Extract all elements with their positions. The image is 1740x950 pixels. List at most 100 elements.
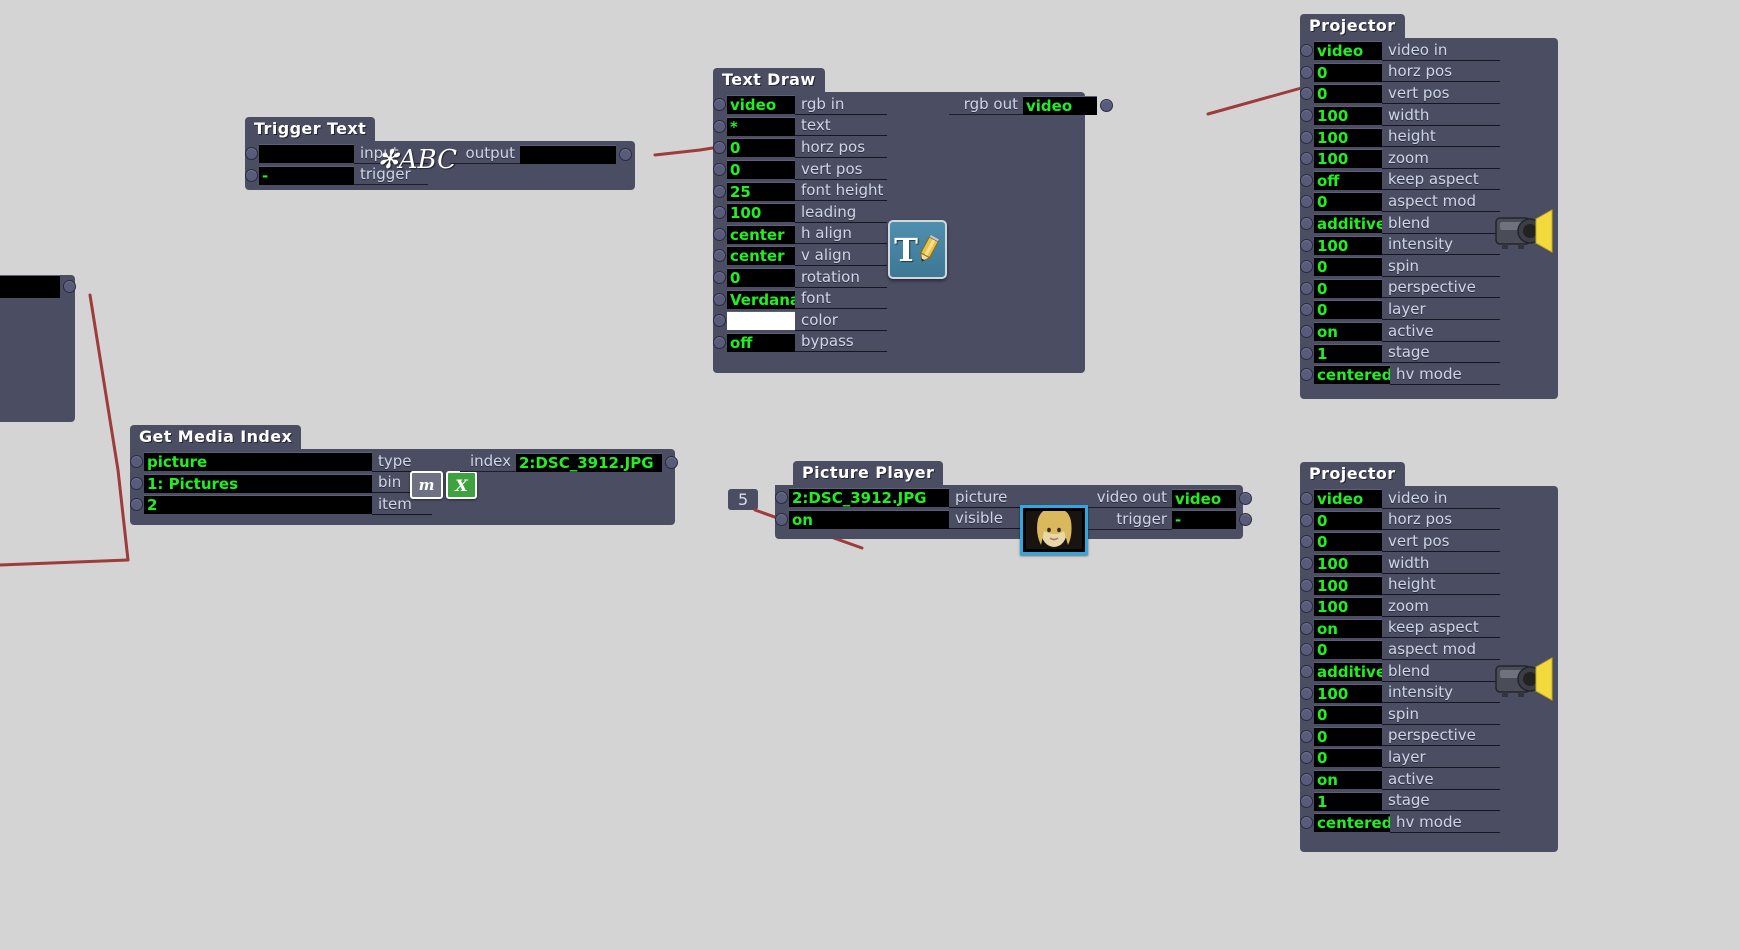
projector-top-zoom-value[interactable]: 100	[1314, 149, 1382, 169]
projector-top-row-hv-mode[interactable]: centered hv mode	[1300, 364, 1558, 386]
trigger-text-input-port[interactable]	[245, 147, 258, 161]
text-draw-rotation-value[interactable]: 0	[727, 268, 795, 288]
text-draw-row-text[interactable]: * text	[713, 116, 1085, 138]
projector-top-width-value[interactable]: 100	[1314, 106, 1382, 126]
get-media-index-row-item[interactable]: 2 item	[130, 494, 675, 516]
projector-top-row-vert-pos[interactable]: 0 vert pos	[1300, 83, 1558, 105]
projector-bottom-row-layer[interactable]: 0 layer	[1300, 747, 1558, 769]
projector-bottom-hv-mode-port[interactable]	[1300, 816, 1313, 830]
projector-top-stage-value[interactable]: 1	[1314, 343, 1382, 363]
projector-top-vert-pos-value[interactable]: 0	[1314, 84, 1382, 104]
projector-top-horz-pos-port[interactable]	[1300, 65, 1313, 79]
text-draw-font-height-value[interactable]: 25	[727, 181, 795, 201]
projector-top-row-layer[interactable]: 0 layer	[1300, 299, 1558, 321]
projector-top-spin-port[interactable]	[1300, 260, 1313, 274]
projector-top-blend-value[interactable]: additive	[1314, 214, 1382, 234]
projector-top-layer-port[interactable]	[1300, 303, 1313, 317]
clip-left-output-port[interactable]	[63, 280, 76, 293]
projector-top-row-stage[interactable]: 1 stage	[1300, 342, 1558, 364]
get-media-index-row-bin[interactable]: 1: Pictures bin	[130, 473, 675, 495]
picture-player-picture-value[interactable]: 2:DSC_3912.JPG	[789, 488, 949, 508]
projector-top-row-spin[interactable]: 0 spin	[1300, 256, 1558, 278]
text-draw-h-align-port[interactable]	[713, 227, 726, 241]
text-draw-color-swatch[interactable]	[727, 311, 795, 331]
node-picture-player[interactable]: Picture Player 2:DSC_3912.JPG picture on…	[775, 461, 1252, 555]
projector-bottom-width-port[interactable]	[1300, 557, 1313, 571]
excel-x-icon[interactable]: X	[446, 471, 477, 499]
text-draw-row-vert-pos[interactable]: 0 vert pos	[713, 159, 1085, 181]
get-media-index-item-port[interactable]	[130, 498, 143, 512]
projector-top-vert-pos-port[interactable]	[1300, 87, 1313, 101]
trigger-text-input-value[interactable]	[259, 144, 354, 164]
projector-bottom-layer-value[interactable]: 0	[1314, 748, 1382, 768]
text-draw-text-value[interactable]: *	[727, 116, 795, 136]
projector-bottom-row-vert-pos[interactable]: 0 vert pos	[1300, 531, 1558, 553]
projector-top-zoom-port[interactable]	[1300, 152, 1313, 166]
text-draw-row-bypass[interactable]: off bypass	[713, 332, 1085, 354]
projector-bottom-width-value[interactable]: 100	[1314, 554, 1382, 574]
picture-player-picture-port[interactable]	[775, 491, 788, 505]
node-projector-bottom[interactable]: Projector video video in 0 horz pos 0 ve…	[1300, 462, 1558, 852]
projector-bottom-row-active[interactable]: on active	[1300, 769, 1558, 791]
clip-left-value[interactable]: 2	[0, 275, 60, 298]
projector-bottom-row-keep-aspect[interactable]: on keep aspect	[1300, 618, 1558, 640]
projector-bottom-video-in-port[interactable]	[1300, 492, 1313, 506]
projector-bottom-blend-value[interactable]: additive	[1314, 662, 1382, 682]
projector-bottom-horz-pos-port[interactable]	[1300, 513, 1313, 527]
projector-top-row-video-in[interactable]: video video in	[1300, 40, 1558, 62]
projector-bottom-spin-value[interactable]: 0	[1314, 705, 1382, 725]
projector-top-stage-port[interactable]	[1300, 346, 1313, 360]
picture-player-visible-port[interactable]	[775, 512, 788, 526]
projector-top-active-port[interactable]	[1300, 325, 1313, 339]
picture-player-trigger-out-port[interactable]	[1239, 513, 1252, 527]
text-draw-rgb-in-value[interactable]: video	[727, 95, 795, 115]
projector-bottom-zoom-port[interactable]	[1300, 600, 1313, 614]
patch-canvas[interactable]: 2 Trigger Text input - trigger ✻ABC	[0, 0, 1740, 950]
text-draw-leading-value[interactable]: 100	[727, 203, 795, 223]
projector-bottom-row-video-in[interactable]: video video in	[1300, 488, 1558, 510]
trigger-text-trigger-value[interactable]: -	[259, 165, 354, 185]
get-media-index-index-port[interactable]	[665, 455, 678, 469]
projector-bottom-perspective-value[interactable]: 0	[1314, 726, 1382, 746]
picture-player-video-out-value[interactable]: video	[1172, 488, 1236, 508]
projector-bottom-vert-pos-port[interactable]	[1300, 535, 1313, 549]
projector-bottom-height-value[interactable]: 100	[1314, 575, 1382, 595]
projector-top-hv-mode-value[interactable]: centered	[1314, 365, 1390, 385]
projector-bottom-zoom-value[interactable]: 100	[1314, 597, 1382, 617]
projector-bottom-vert-pos-value[interactable]: 0	[1314, 532, 1382, 552]
text-draw-vert-pos-value[interactable]: 0	[727, 160, 795, 180]
projector-top-spin-value[interactable]: 0	[1314, 257, 1382, 277]
projector-bottom-active-port[interactable]	[1300, 773, 1313, 787]
projector-bottom-keep-aspect-port[interactable]	[1300, 621, 1313, 635]
text-draw-text-port[interactable]	[713, 119, 726, 133]
projector-bottom-aspect-mod-value[interactable]: 0	[1314, 640, 1382, 660]
projector-top-width-port[interactable]	[1300, 109, 1313, 123]
trigger-text-output-port[interactable]	[619, 147, 632, 161]
text-draw-row-horz-pos[interactable]: 0 horz pos	[713, 137, 1085, 159]
node-get-media-index[interactable]: Get Media Index picture type 1: Pictures…	[130, 425, 678, 525]
text-draw-bypass-port[interactable]	[713, 335, 726, 349]
text-draw-row-color[interactable]: color	[713, 310, 1085, 332]
projector-bottom-spin-port[interactable]	[1300, 708, 1313, 722]
picture-player-index-badge[interactable]: 5	[728, 489, 759, 510]
projector-bottom-row-stage[interactable]: 1 stage	[1300, 790, 1558, 812]
text-draw-horz-pos-port[interactable]	[713, 141, 726, 155]
projector-bottom-blend-port[interactable]	[1300, 665, 1313, 679]
node-clip-left[interactable]: 2	[0, 275, 76, 422]
text-draw-rgb-out-value[interactable]: video	[1023, 95, 1097, 115]
projector-top-row-keep-aspect[interactable]: off keep aspect	[1300, 170, 1558, 192]
text-draw-v-align-port[interactable]	[713, 249, 726, 263]
projector-top-keep-aspect-port[interactable]	[1300, 173, 1313, 187]
text-draw-v-align-value[interactable]: center	[727, 246, 795, 266]
projector-top-video-in-value[interactable]: video	[1314, 41, 1382, 61]
projector-bottom-row-perspective[interactable]: 0 perspective	[1300, 726, 1558, 748]
projector-top-active-value[interactable]: on	[1314, 322, 1382, 342]
picture-player-trigger-out-value[interactable]: -	[1172, 510, 1236, 530]
picture-player-visible-value[interactable]: on	[789, 509, 949, 529]
projector-top-hv-mode-port[interactable]	[1300, 368, 1313, 382]
projector-top-keep-aspect-value[interactable]: off	[1314, 170, 1382, 190]
text-draw-bypass-value[interactable]: off	[727, 332, 795, 352]
get-media-index-bin-port[interactable]	[130, 476, 143, 490]
text-draw-font-port[interactable]	[713, 292, 726, 306]
projector-bottom-row-width[interactable]: 100 width	[1300, 553, 1558, 575]
